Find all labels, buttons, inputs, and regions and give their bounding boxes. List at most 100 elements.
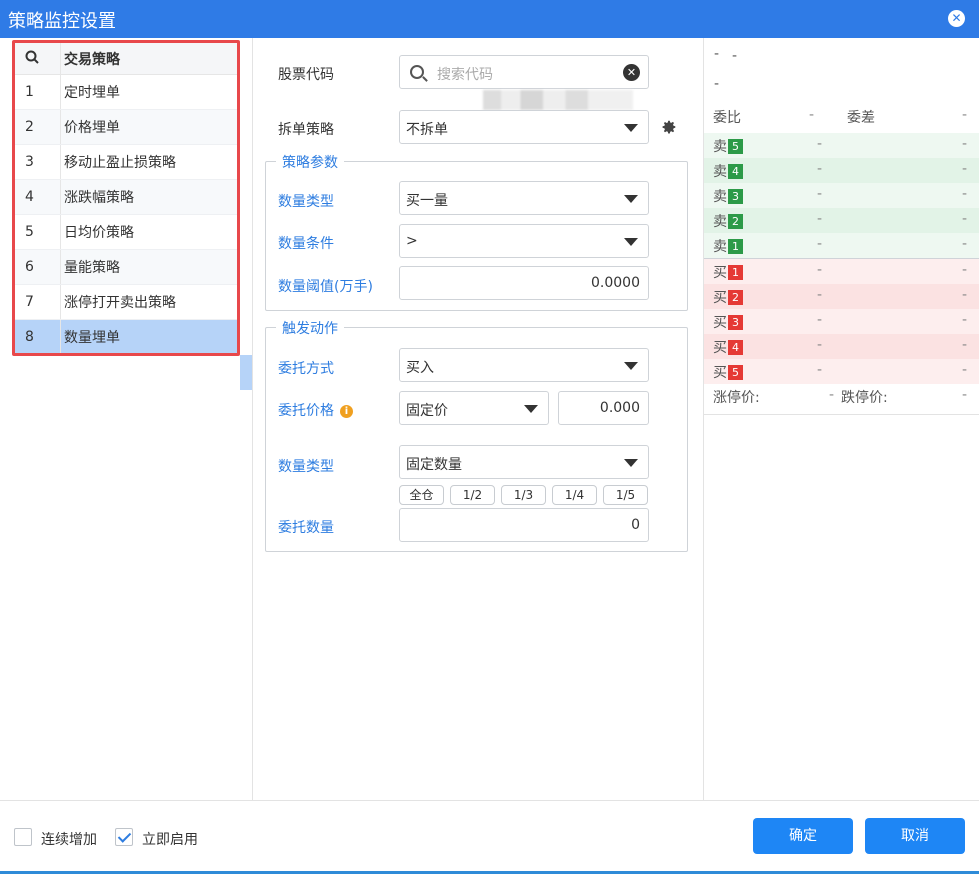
- buy-text: 买: [713, 340, 727, 356]
- strategy-item[interactable]: 5 日均价策略: [15, 215, 237, 250]
- fraction-button-third[interactable]: 1/3: [501, 485, 546, 505]
- buy-level-row[interactable]: 买4 - -: [704, 334, 979, 359]
- sell-level-row[interactable]: 卖1 - -: [704, 233, 979, 258]
- stock-code-search-input[interactable]: 搜索代码 ✕: [399, 55, 649, 89]
- commission-ratio-label: 委比: [713, 110, 741, 126]
- strategy-item[interactable]: 4 涨跌幅策略: [15, 180, 237, 215]
- limit-up-value: -: [829, 387, 835, 403]
- strategy-item-num: 8: [25, 329, 34, 345]
- order-price-input[interactable]: 0.000: [558, 391, 649, 425]
- strategy-panel: 交易策略 1 定时埋单 2 价格埋单 3 移动止盈止损策略 4 涨跌幅策略 5 日均价策略…: [0, 38, 253, 800]
- strategy-item[interactable]: 6 量能策略: [15, 250, 237, 285]
- sell-volume: -: [962, 161, 968, 177]
- buy-text: 买: [713, 290, 727, 306]
- sell-volume: -: [962, 211, 968, 227]
- action-qty-type-select[interactable]: 固定数量: [399, 445, 649, 479]
- strategy-item[interactable]: 2 价格埋单: [15, 110, 237, 145]
- action-qty-type-value: 固定数量: [406, 457, 462, 473]
- strategy-item-selected[interactable]: 8 数量埋单: [15, 320, 237, 353]
- fraction-button-fifth[interactable]: 1/5: [603, 485, 648, 505]
- sell-level-label: 卖1: [713, 236, 743, 256]
- buy-volume: -: [962, 362, 968, 378]
- strategy-item[interactable]: 7 涨停打开卖出策略: [15, 285, 237, 320]
- chevron-down-icon: [624, 124, 638, 132]
- orderbook-bottom-divider: [704, 414, 979, 415]
- enable-now-checkbox[interactable]: [115, 828, 133, 846]
- sell-price: -: [817, 136, 823, 152]
- fraction-button-full[interactable]: 全仓: [399, 485, 444, 505]
- strategy-item-num: 7: [25, 294, 34, 310]
- sell-level-badge: 4: [728, 164, 743, 179]
- qty-threshold-label: 数量阈值(万手): [278, 279, 373, 295]
- buy-level-label: 买1: [713, 262, 743, 282]
- qty-threshold-value: 0.0000: [591, 275, 640, 291]
- title-bar: 策略监控设置 ✕: [0, 0, 979, 38]
- search-icon[interactable]: [15, 50, 60, 68]
- commission-diff-value: -: [962, 107, 968, 123]
- sell-level-row[interactable]: 卖5 - -: [704, 133, 979, 158]
- strategy-item[interactable]: 3 移动止盈止损策略: [15, 145, 237, 180]
- order-qty-input[interactable]: 0: [399, 508, 649, 542]
- sell-level-label: 卖4: [713, 161, 743, 181]
- order-method-select[interactable]: 买入: [399, 348, 649, 382]
- clear-icon[interactable]: ✕: [623, 64, 640, 81]
- sell-price: -: [817, 161, 823, 177]
- buy-level-row[interactable]: 买2 - -: [704, 284, 979, 309]
- qty-condition-value: >: [406, 233, 418, 249]
- order-price-type-value: 固定价: [406, 403, 448, 419]
- continuous-add-checkbox[interactable]: [14, 828, 32, 846]
- fraction-button-quarter[interactable]: 1/4: [552, 485, 597, 505]
- close-icon[interactable]: ✕: [948, 10, 965, 27]
- strategy-item-name: 涨跌幅策略: [60, 180, 237, 214]
- sell-level-row[interactable]: 卖4 - -: [704, 158, 979, 183]
- strategy-item-num: 1: [25, 84, 34, 100]
- split-strategy-select[interactable]: 不拆单: [399, 110, 649, 144]
- qty-condition-select[interactable]: >: [399, 224, 649, 258]
- cancel-button[interactable]: 取消: [865, 818, 965, 854]
- strategy-item[interactable]: 1 定时埋单: [15, 75, 237, 110]
- buy-level-badge: 1: [728, 265, 743, 280]
- sell-text: 卖: [713, 189, 727, 205]
- strategy-list-header: 交易策略: [15, 43, 237, 75]
- sell-price: -: [817, 236, 823, 252]
- sell-volume: -: [962, 136, 968, 152]
- limit-down-value: -: [962, 387, 968, 403]
- strategy-item-name: 日均价策略: [60, 215, 237, 249]
- buy-text: 买: [713, 365, 727, 381]
- continuous-add-label[interactable]: 连续增加: [41, 829, 97, 849]
- enable-now-label[interactable]: 立即启用: [142, 829, 198, 849]
- sell-level-row[interactable]: 卖2 - -: [704, 208, 979, 233]
- chevron-down-icon: [624, 238, 638, 246]
- buy-price: -: [817, 337, 823, 353]
- order-price-label-text: 委托价格: [278, 403, 334, 419]
- strategy-item-name: 数量埋单: [60, 320, 237, 353]
- buy-level-label: 买5: [713, 362, 743, 382]
- quote-placeholder: -: [714, 76, 720, 92]
- buy-level-row[interactable]: 买5 - -: [704, 359, 979, 384]
- strategy-item-num: 5: [25, 224, 34, 240]
- qty-type-select[interactable]: 买一量: [399, 181, 649, 215]
- gear-icon[interactable]: [661, 119, 677, 135]
- blurred-stock-name: [483, 90, 633, 110]
- chevron-down-icon: [624, 459, 638, 467]
- selection-highlight: [240, 355, 252, 390]
- sell-level-badge: 2: [728, 214, 743, 229]
- buy-level-label: 买2: [713, 287, 743, 307]
- confirm-button[interactable]: 确定: [753, 818, 853, 854]
- buy-volume: -: [962, 337, 968, 353]
- buy-level-row[interactable]: 买1 - -: [704, 259, 979, 284]
- fraction-button-half[interactable]: 1/2: [450, 485, 495, 505]
- info-icon[interactable]: i: [340, 404, 353, 418]
- strategy-form: 股票代码 搜索代码 ✕ 拆单策略 不拆单 策略参数 数量类型 买一量 数量条件 …: [253, 38, 703, 800]
- buy-price: -: [817, 312, 823, 328]
- strategy-item-num: 4: [25, 189, 34, 205]
- buy-level-row[interactable]: 买3 - -: [704, 309, 979, 334]
- order-price-type-select[interactable]: 固定价: [399, 391, 549, 425]
- sell-level-label: 卖5: [713, 136, 743, 156]
- quote-placeholder: -: [732, 48, 738, 64]
- buy-level-label: 买4: [713, 337, 743, 357]
- strategy-item-name: 涨停打开卖出策略: [60, 285, 237, 319]
- sell-level-row[interactable]: 卖3 - -: [704, 183, 979, 208]
- qty-threshold-input[interactable]: 0.0000: [399, 266, 649, 300]
- trigger-action-title: 触发动作: [276, 318, 344, 338]
